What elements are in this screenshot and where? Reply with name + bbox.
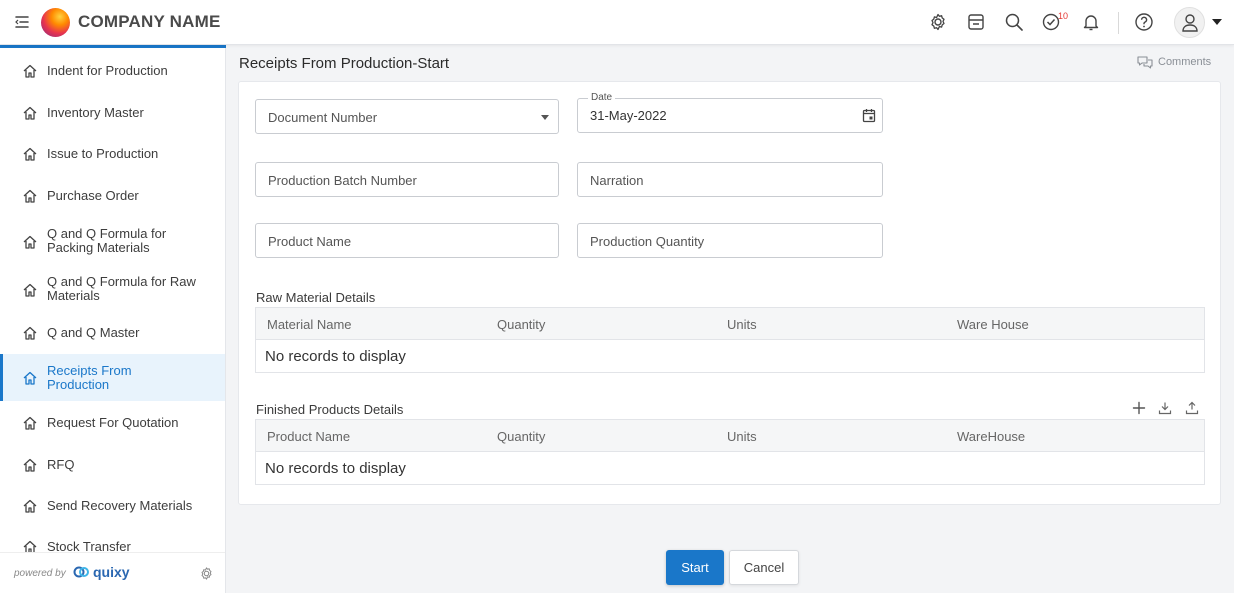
gear-icon[interactable] [928,12,948,32]
production-quantity-placeholder: Production Quantity [590,234,705,249]
date-value: 31-May-2022 [590,108,667,123]
comments-icon [1137,56,1153,69]
powered-by-label: powered by [14,568,66,579]
raw-material-grid-header: Material Name Quantity Units Ware House [256,308,1204,340]
download-icon[interactable] [1158,401,1172,415]
sidebar-item-indent-for-production[interactable]: Indent for Production [0,53,225,88]
home-icon [22,282,38,298]
document-number-placeholder: Document Number [268,110,378,125]
finished-products-empty-message: No records to display [265,460,406,477]
home-icon [22,105,38,121]
home-icon [22,63,38,79]
raw-material-section-title: Raw Material Details [256,290,376,305]
chevron-down-icon [541,115,549,120]
page-title: Receipts From Production-Start [239,55,450,72]
company-name: COMPANY NAME [78,12,221,31]
user-icon [1182,14,1198,32]
product-name-placeholder: Product Name [268,234,352,249]
column-header-units[interactable]: Units [727,317,757,332]
column-header-quantity[interactable]: Quantity [497,317,545,332]
user-avatar[interactable] [1174,7,1205,38]
bell-icon[interactable] [1081,12,1101,32]
sidebar-item-issue-to-production[interactable]: Issue to Production [0,136,225,171]
quixy-brand: quixy [93,564,130,580]
date-field[interactable]: Date 31-May-2022 [577,92,883,133]
sidebar-item-label: Purchase Order [47,188,139,203]
help-icon[interactable] [1134,12,1154,32]
home-icon [22,146,38,162]
production-batch-number-input[interactable]: Production Batch Number [255,162,559,197]
sidebar-item-label: Receipts From Production [47,363,132,392]
finished-products-grid-header: Product Name Quantity Units WareHouse [256,420,1204,452]
raw-material-grid: Material Name Quantity Units Ware House … [255,307,1205,373]
column-header-product-name[interactable]: Product Name [267,429,350,444]
finished-products-grid: Product Name Quantity Units WareHouse No… [255,419,1205,485]
toolbar-divider [1118,12,1119,34]
top-bar: COMPANY NAME 10 [0,0,1234,45]
sidebar-item-label: Stock Transfer [47,539,131,553]
home-icon [22,234,38,250]
sidebar-item-receipts-from-production[interactable]: Receipts From Production [0,354,225,401]
sidebar-item-label: Inventory Master [47,105,144,120]
settings-gear-icon[interactable] [199,566,214,581]
start-button[interactable]: Start [666,550,724,585]
date-label: Date [588,92,616,103]
column-header-material-name[interactable]: Material Name [267,317,352,332]
sidebar-item-label: Q and Q Formula for Packing Materials [47,226,167,255]
calendar-icon[interactable] [862,108,876,123]
home-icon [22,415,38,431]
production-batch-number-placeholder: Production Batch Number [268,173,417,188]
chevron-down-icon[interactable] [1212,19,1222,25]
home-icon [22,457,38,473]
sidebar-item-label: Send Recovery Materials [47,498,193,513]
sidebar-item-label: Q and Q Master [47,325,140,340]
product-name-input[interactable]: Product Name [255,223,559,258]
upload-icon[interactable] [1185,401,1199,415]
sidebar-item-label: Request For Quotation [47,415,179,430]
sidebar-item-q-and-q-formula-raw[interactable]: Q and Q Formula for Raw Materials [0,267,225,311]
finished-products-section-title: Finished Products Details [256,402,404,417]
sidebar-item-label: Indent for Production [47,63,168,78]
column-header-units[interactable]: Units [727,429,757,444]
search-icon[interactable] [1004,12,1024,32]
home-icon [22,188,38,204]
sidebar: Indent for Production Inventory Master I… [0,45,226,593]
raw-material-empty-message: No records to display [265,348,406,365]
sidebar-item-send-recovery-materials[interactable]: Send Recovery Materials [0,488,225,523]
document-number-select[interactable]: Document Number [255,99,559,134]
column-header-quantity[interactable]: Quantity [497,429,545,444]
sidebar-footer: powered by quixy [0,552,225,593]
home-icon [22,325,38,341]
sidebar-item-rfq[interactable]: RFQ [0,447,225,482]
narration-placeholder: Narration [590,173,644,188]
home-icon [22,370,38,386]
comments-label: Comments [1158,56,1212,68]
sidebar-item-inventory-master[interactable]: Inventory Master [0,95,225,130]
sidebar-item-q-and-q-formula-packing[interactable]: Q and Q Formula for Packing Materials [0,219,225,263]
sidebar-item-q-and-q-master[interactable]: Q and Q Master [0,315,225,350]
notification-count-badge: 10 [1058,11,1069,21]
sidebar-item-label: RFQ [47,457,75,472]
production-quantity-input[interactable]: Production Quantity [577,223,883,258]
column-header-warehouse[interactable]: WareHouse [957,429,1025,444]
column-header-ware-house[interactable]: Ware House [957,317,1029,332]
narration-input[interactable]: Narration [577,162,883,197]
sidebar-item-label: Q and Q Formula for Raw Materials [47,274,196,303]
sidebar-item-request-for-quotation[interactable]: Request For Quotation [0,405,225,440]
home-icon [22,498,38,514]
add-icon[interactable] [1132,401,1146,415]
home-icon [22,539,38,552]
quixy-logo-icon [73,564,89,580]
menu-toggle-icon[interactable] [13,13,31,31]
sidebar-item-purchase-order[interactable]: Purchase Order [0,178,225,213]
sidebar-accent-bar [0,45,226,48]
company-logo [41,8,70,37]
sidebar-item-stock-transfer[interactable]: Stock Transfer [0,530,225,552]
cancel-button[interactable]: Cancel [729,550,799,585]
store-icon[interactable] [966,12,986,32]
sidebar-item-label: Issue to Production [47,146,159,161]
